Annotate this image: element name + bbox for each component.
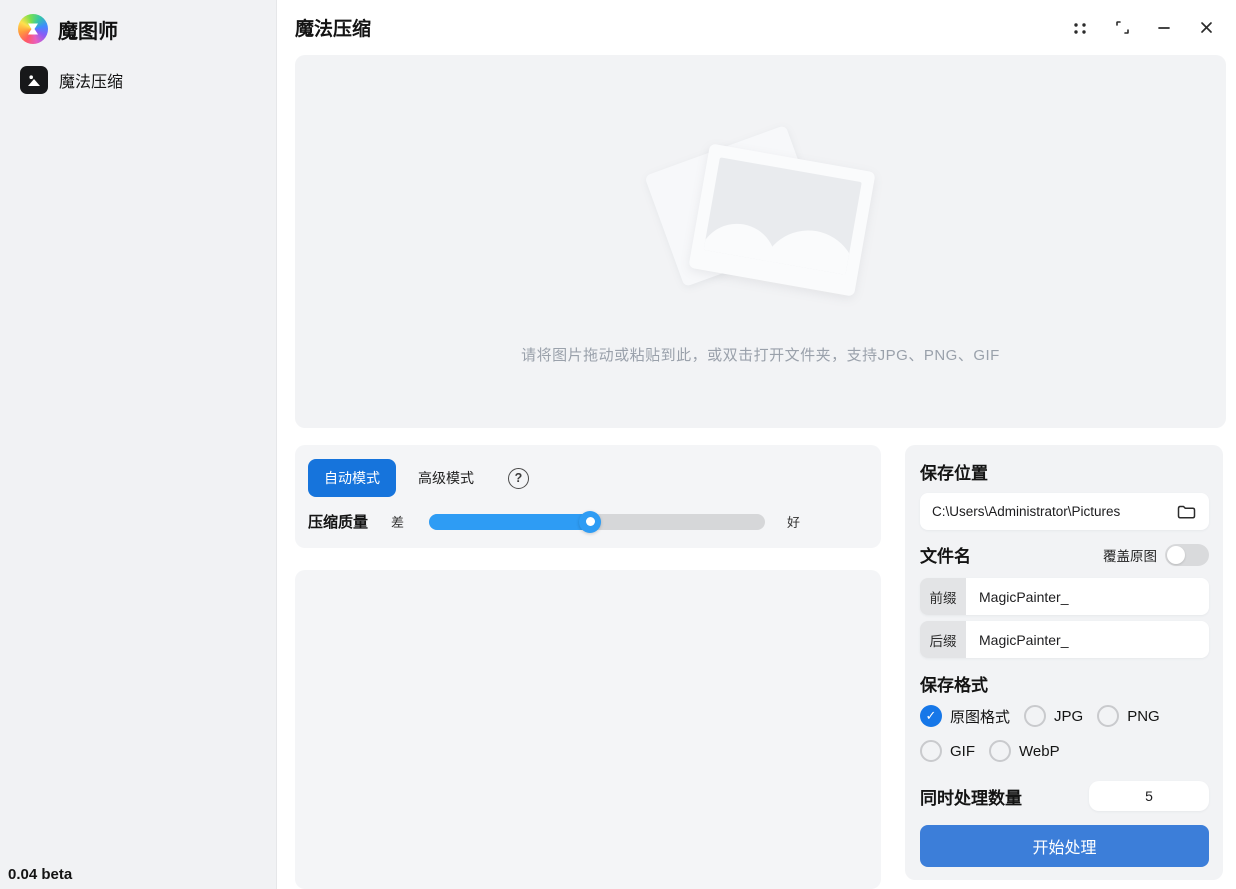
save-path-input[interactable] [932, 504, 1175, 519]
save-settings-panel: 保存位置 文件名 覆盖原图 [905, 445, 1223, 880]
sidebar-item-label: 魔法压缩 [59, 68, 123, 92]
radio-checked-icon: ✓ [920, 705, 942, 727]
overwrite-group: 覆盖原图 [1103, 544, 1209, 566]
dropzone-hint: 请将图片拖动或粘贴到此，或双击打开文件夹，支持JPG、PNG、GIF [521, 344, 1000, 365]
radio-icon [1024, 705, 1046, 727]
quality-slider-thumb[interactable] [579, 511, 601, 533]
titlebar: 魔法压缩 [295, 0, 1226, 55]
help-icon[interactable]: ? [508, 468, 529, 489]
tab-auto-mode[interactable]: 自动模式 [308, 459, 396, 497]
folder-icon[interactable] [1175, 501, 1197, 523]
app-logo-icon [18, 14, 48, 44]
app-brand: 魔图师 [0, 0, 276, 56]
format-options: ✓ 原图格式 JPG PNG GIF [920, 705, 1209, 762]
image-icon [20, 66, 48, 94]
radio-icon [989, 740, 1011, 762]
window-controls [1064, 13, 1226, 43]
tab-advanced-mode[interactable]: 高级模式 [402, 459, 490, 497]
radio-jpg[interactable]: JPG [1024, 705, 1083, 727]
concurrency-input[interactable] [1089, 781, 1209, 811]
radio-icon [920, 740, 942, 762]
left-column: 自动模式 高级模式 ? 压缩质量 差 好 [295, 445, 881, 889]
app-name: 魔图师 [58, 15, 118, 44]
save-path-box [920, 493, 1209, 530]
save-location-title: 保存位置 [920, 459, 1209, 484]
suffix-label: 后缀 [920, 621, 966, 658]
quality-row: 压缩质量 差 好 [308, 511, 867, 532]
prefix-input[interactable] [966, 578, 1209, 615]
filename-row: 文件名 覆盖原图 [920, 542, 1209, 567]
image-drop-zone[interactable]: 请将图片拖动或粘贴到此，或双击打开文件夹，支持JPG、PNG、GIF [295, 55, 1226, 428]
overwrite-label: 覆盖原图 [1103, 545, 1157, 565]
radio-original-format[interactable]: ✓ 原图格式 [920, 705, 1010, 727]
app-window: 魔图师 魔法压缩 0.04 beta 魔法压缩 [0, 0, 1236, 889]
mode-panel: 自动模式 高级模式 ? 压缩质量 差 好 [295, 445, 881, 548]
page-title: 魔法压缩 [295, 14, 371, 41]
save-format-title: 保存格式 [920, 671, 1209, 696]
toggle-knob [1167, 546, 1185, 564]
mode-tabs: 自动模式 高级模式 ? [308, 459, 867, 497]
radio-png[interactable]: PNG [1097, 705, 1160, 727]
grid-dots-icon[interactable] [1064, 13, 1096, 43]
minimize-icon[interactable] [1148, 13, 1180, 43]
close-icon[interactable] [1190, 13, 1222, 43]
filename-title: 文件名 [920, 542, 971, 567]
radio-gif[interactable]: GIF [920, 740, 975, 762]
right-column: 保存位置 文件名 覆盖原图 [905, 445, 1223, 889]
suffix-input[interactable] [966, 621, 1209, 658]
prefix-row: 前缀 [920, 578, 1209, 615]
radio-webp[interactable]: WebP [989, 740, 1060, 762]
quality-slider[interactable] [429, 514, 765, 530]
concurrency-label: 同时处理数量 [920, 784, 1022, 809]
file-list-panel [295, 570, 881, 889]
overwrite-toggle[interactable] [1165, 544, 1209, 566]
suffix-row: 后缀 [920, 621, 1209, 658]
quality-label: 压缩质量 [308, 511, 368, 532]
concurrency-row: 同时处理数量 [920, 781, 1209, 811]
main-area: 魔法压缩 [277, 0, 1236, 889]
maximize-icon[interactable] [1106, 13, 1138, 43]
version-text: 0.04 beta [8, 866, 72, 883]
sidebar-item-magic-compress[interactable]: 魔法压缩 [0, 56, 276, 104]
quality-slider-fill [429, 514, 590, 530]
quality-max-label: 好 [787, 512, 800, 531]
quality-min-label: 差 [391, 512, 404, 531]
sidebar: 魔图师 魔法压缩 0.04 beta [0, 0, 277, 889]
photo-placeholder-icon [646, 127, 876, 312]
radio-icon [1097, 705, 1119, 727]
prefix-label: 前缀 [920, 578, 966, 615]
start-processing-button[interactable]: 开始处理 [920, 825, 1209, 867]
